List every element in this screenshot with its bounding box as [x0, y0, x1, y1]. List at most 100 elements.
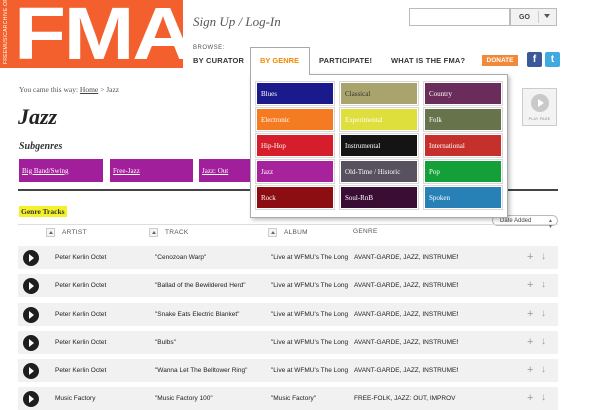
table-row: Music Factory "Music Factory 100" "Music… — [18, 387, 558, 410]
nav-what-is-fma[interactable]: WHAT IS THE FMA? — [391, 56, 465, 65]
column-track-label: TRACK — [165, 229, 189, 236]
nav-by-genre-label: BY GENRE — [260, 56, 300, 65]
search-input[interactable] — [409, 8, 510, 26]
track-genre: AVANT-GARDE, JAZZ, INSTRUMEN — [354, 254, 458, 261]
genre-country[interactable]: Country — [424, 82, 502, 105]
plus-icon[interactable]: + — [527, 392, 533, 404]
genre-old-time-historic[interactable]: Old-Time / Historic — [340, 160, 418, 183]
search-go-button[interactable]: GO — [510, 8, 557, 26]
track-title[interactable]: "Bulbs" — [155, 339, 273, 346]
go-label: GO — [519, 13, 530, 21]
subgenre-big-band-swing[interactable]: Big Band/Swing — [19, 159, 103, 182]
track-title[interactable]: "Snake Eats Electric Blanket" — [155, 311, 273, 318]
sort-arrow-icon[interactable] — [149, 228, 158, 237]
genre-classical[interactable]: Classical — [340, 82, 418, 105]
track-album[interactable]: "Live at WFMU's The Long — [271, 282, 351, 289]
facebook-icon[interactable]: f — [527, 52, 542, 67]
column-genre-label: GENRE — [353, 228, 378, 235]
track-title[interactable]: "Cenozoan Warp" — [155, 254, 273, 261]
table-row: Peter Kerlin Octet "Snake Eats Electric … — [18, 303, 558, 327]
track-album[interactable]: "Live at WFMU's The Long — [271, 311, 351, 318]
track-artist[interactable]: Music Factory — [55, 395, 147, 402]
table-row: Peter Kerlin Octet "Ballad of the Bewild… — [18, 274, 558, 298]
plus-icon[interactable]: + — [527, 279, 533, 291]
track-artist[interactable]: Peter Kerlin Octet — [55, 339, 147, 346]
genre-hip-hop[interactable]: Hip-Hop — [256, 134, 334, 157]
track-genre: FREE-FOLK, JAZZ: OUT, IMPROV — [354, 395, 456, 402]
twitter-icon[interactable]: t — [545, 52, 560, 67]
subgenre-free-jazz[interactable]: Free-Jazz — [110, 159, 193, 182]
sort-arrow-icon[interactable] — [46, 228, 55, 237]
breadcrumb-home-link[interactable]: Home — [80, 85, 98, 94]
genre-dropdown-menu: Blues Classical Country Electronic Exper… — [250, 74, 508, 218]
column-artist[interactable]: ARTIST — [46, 228, 87, 237]
genre-tracks-heading: Genre Tracks — [19, 206, 67, 217]
play-icon[interactable] — [23, 391, 39, 407]
play-icon[interactable] — [23, 363, 39, 379]
track-genre: AVANT-GARDE, JAZZ, INSTRUMEN — [354, 282, 458, 289]
plus-icon[interactable]: + — [527, 251, 533, 263]
genre-soul-rnb[interactable]: Soul-RnB — [340, 186, 418, 209]
column-album-label: ALBUM — [284, 229, 308, 236]
plus-icon[interactable]: + — [527, 336, 533, 348]
genre-rock[interactable]: Rock — [256, 186, 334, 209]
fma-logo[interactable]: FREEMUSICARCHIVE.ORG FMA — [0, 0, 194, 74]
logo-text: FMA — [14, 0, 194, 75]
track-album[interactable]: "Live at WFMU's The Long — [271, 339, 351, 346]
play-icon[interactable] — [23, 278, 39, 294]
tracks-table-header: ARTIST TRACK ALBUM GENRE — [18, 224, 558, 240]
play-icon[interactable] — [23, 335, 39, 351]
sort-arrow-icon[interactable] — [268, 228, 277, 237]
genre-instrumental[interactable]: Instrumental — [340, 134, 418, 157]
genre-pop[interactable]: Pop — [424, 160, 502, 183]
nav-by-genre[interactable]: BY GENRE — [250, 47, 310, 75]
column-artist-label: ARTIST — [62, 229, 87, 236]
track-artist[interactable]: Peter Kerlin Octet — [55, 254, 147, 261]
donate-button[interactable]: DONATE — [482, 55, 518, 66]
subgenre-jazz-out[interactable]: Jazz: Out — [199, 159, 251, 182]
play-icon[interactable] — [23, 250, 39, 266]
genre-electronic[interactable]: Electronic — [256, 108, 334, 131]
track-album[interactable]: "Music Factory" — [271, 395, 351, 402]
track-album[interactable]: "Live at WFMU's The Long — [271, 367, 351, 374]
browse-label: BROWSE: — [193, 45, 225, 51]
nav-by-curator[interactable]: BY CURATOR — [193, 56, 244, 65]
breadcrumb-separator: > — [100, 85, 105, 94]
subgenres-heading: Subgenres — [19, 141, 63, 152]
genre-folk[interactable]: Folk — [424, 108, 502, 131]
download-arrow-icon[interactable]: ↓ — [541, 392, 546, 404]
sort-selected-value: Date Added — [500, 217, 532, 224]
track-artist[interactable]: Peter Kerlin Octet — [55, 282, 147, 289]
download-arrow-icon[interactable]: ↓ — [541, 279, 546, 291]
track-title[interactable]: "Wanna Let The Belltower Ring" — [155, 367, 273, 374]
chevron-down-icon[interactable] — [544, 14, 550, 18]
signup-login-link[interactable]: Sign Up / Log-In — [193, 14, 281, 30]
nav-participate[interactable]: PARTICIPATE! — [319, 56, 372, 65]
genre-spoken[interactable]: Spoken — [424, 186, 502, 209]
track-album[interactable]: "Live at WFMU's The Long — [271, 254, 351, 261]
track-artist[interactable]: Peter Kerlin Octet — [55, 367, 147, 374]
play-page-button[interactable]: PLAY PAGE — [522, 88, 557, 126]
table-row: Peter Kerlin Octet "Wanna Let The Bellto… — [18, 359, 558, 383]
track-artist[interactable]: Peter Kerlin Octet — [55, 311, 147, 318]
plus-icon[interactable]: + — [527, 364, 533, 376]
column-album[interactable]: ALBUM — [268, 228, 308, 237]
genre-blues[interactable]: Blues — [256, 82, 334, 105]
genre-international[interactable]: International — [424, 134, 502, 157]
genre-experimental[interactable]: Experimental — [340, 108, 418, 131]
track-title[interactable]: "Ballad of the Bewildered Herd" — [155, 282, 273, 289]
track-title[interactable]: "Music Factory 100" — [155, 395, 273, 402]
track-genre: AVANT-GARDE, JAZZ, INSTRUMEN — [354, 339, 458, 346]
plus-icon[interactable]: + — [527, 308, 533, 320]
table-row: Peter Kerlin Octet "Bulbs" "Live at WFMU… — [18, 331, 558, 355]
breadcrumb-current: Jazz — [106, 85, 120, 94]
logo-site-url: FREEMUSICARCHIVE.ORG — [3, 0, 9, 64]
play-icon[interactable] — [23, 307, 39, 323]
column-genre: GENRE — [353, 228, 378, 235]
genre-jazz[interactable]: Jazz — [256, 160, 334, 183]
column-track[interactable]: TRACK — [149, 228, 189, 237]
download-arrow-icon[interactable]: ↓ — [541, 336, 546, 348]
download-arrow-icon[interactable]: ↓ — [541, 308, 546, 320]
download-arrow-icon[interactable]: ↓ — [541, 251, 546, 263]
download-arrow-icon[interactable]: ↓ — [541, 364, 546, 376]
